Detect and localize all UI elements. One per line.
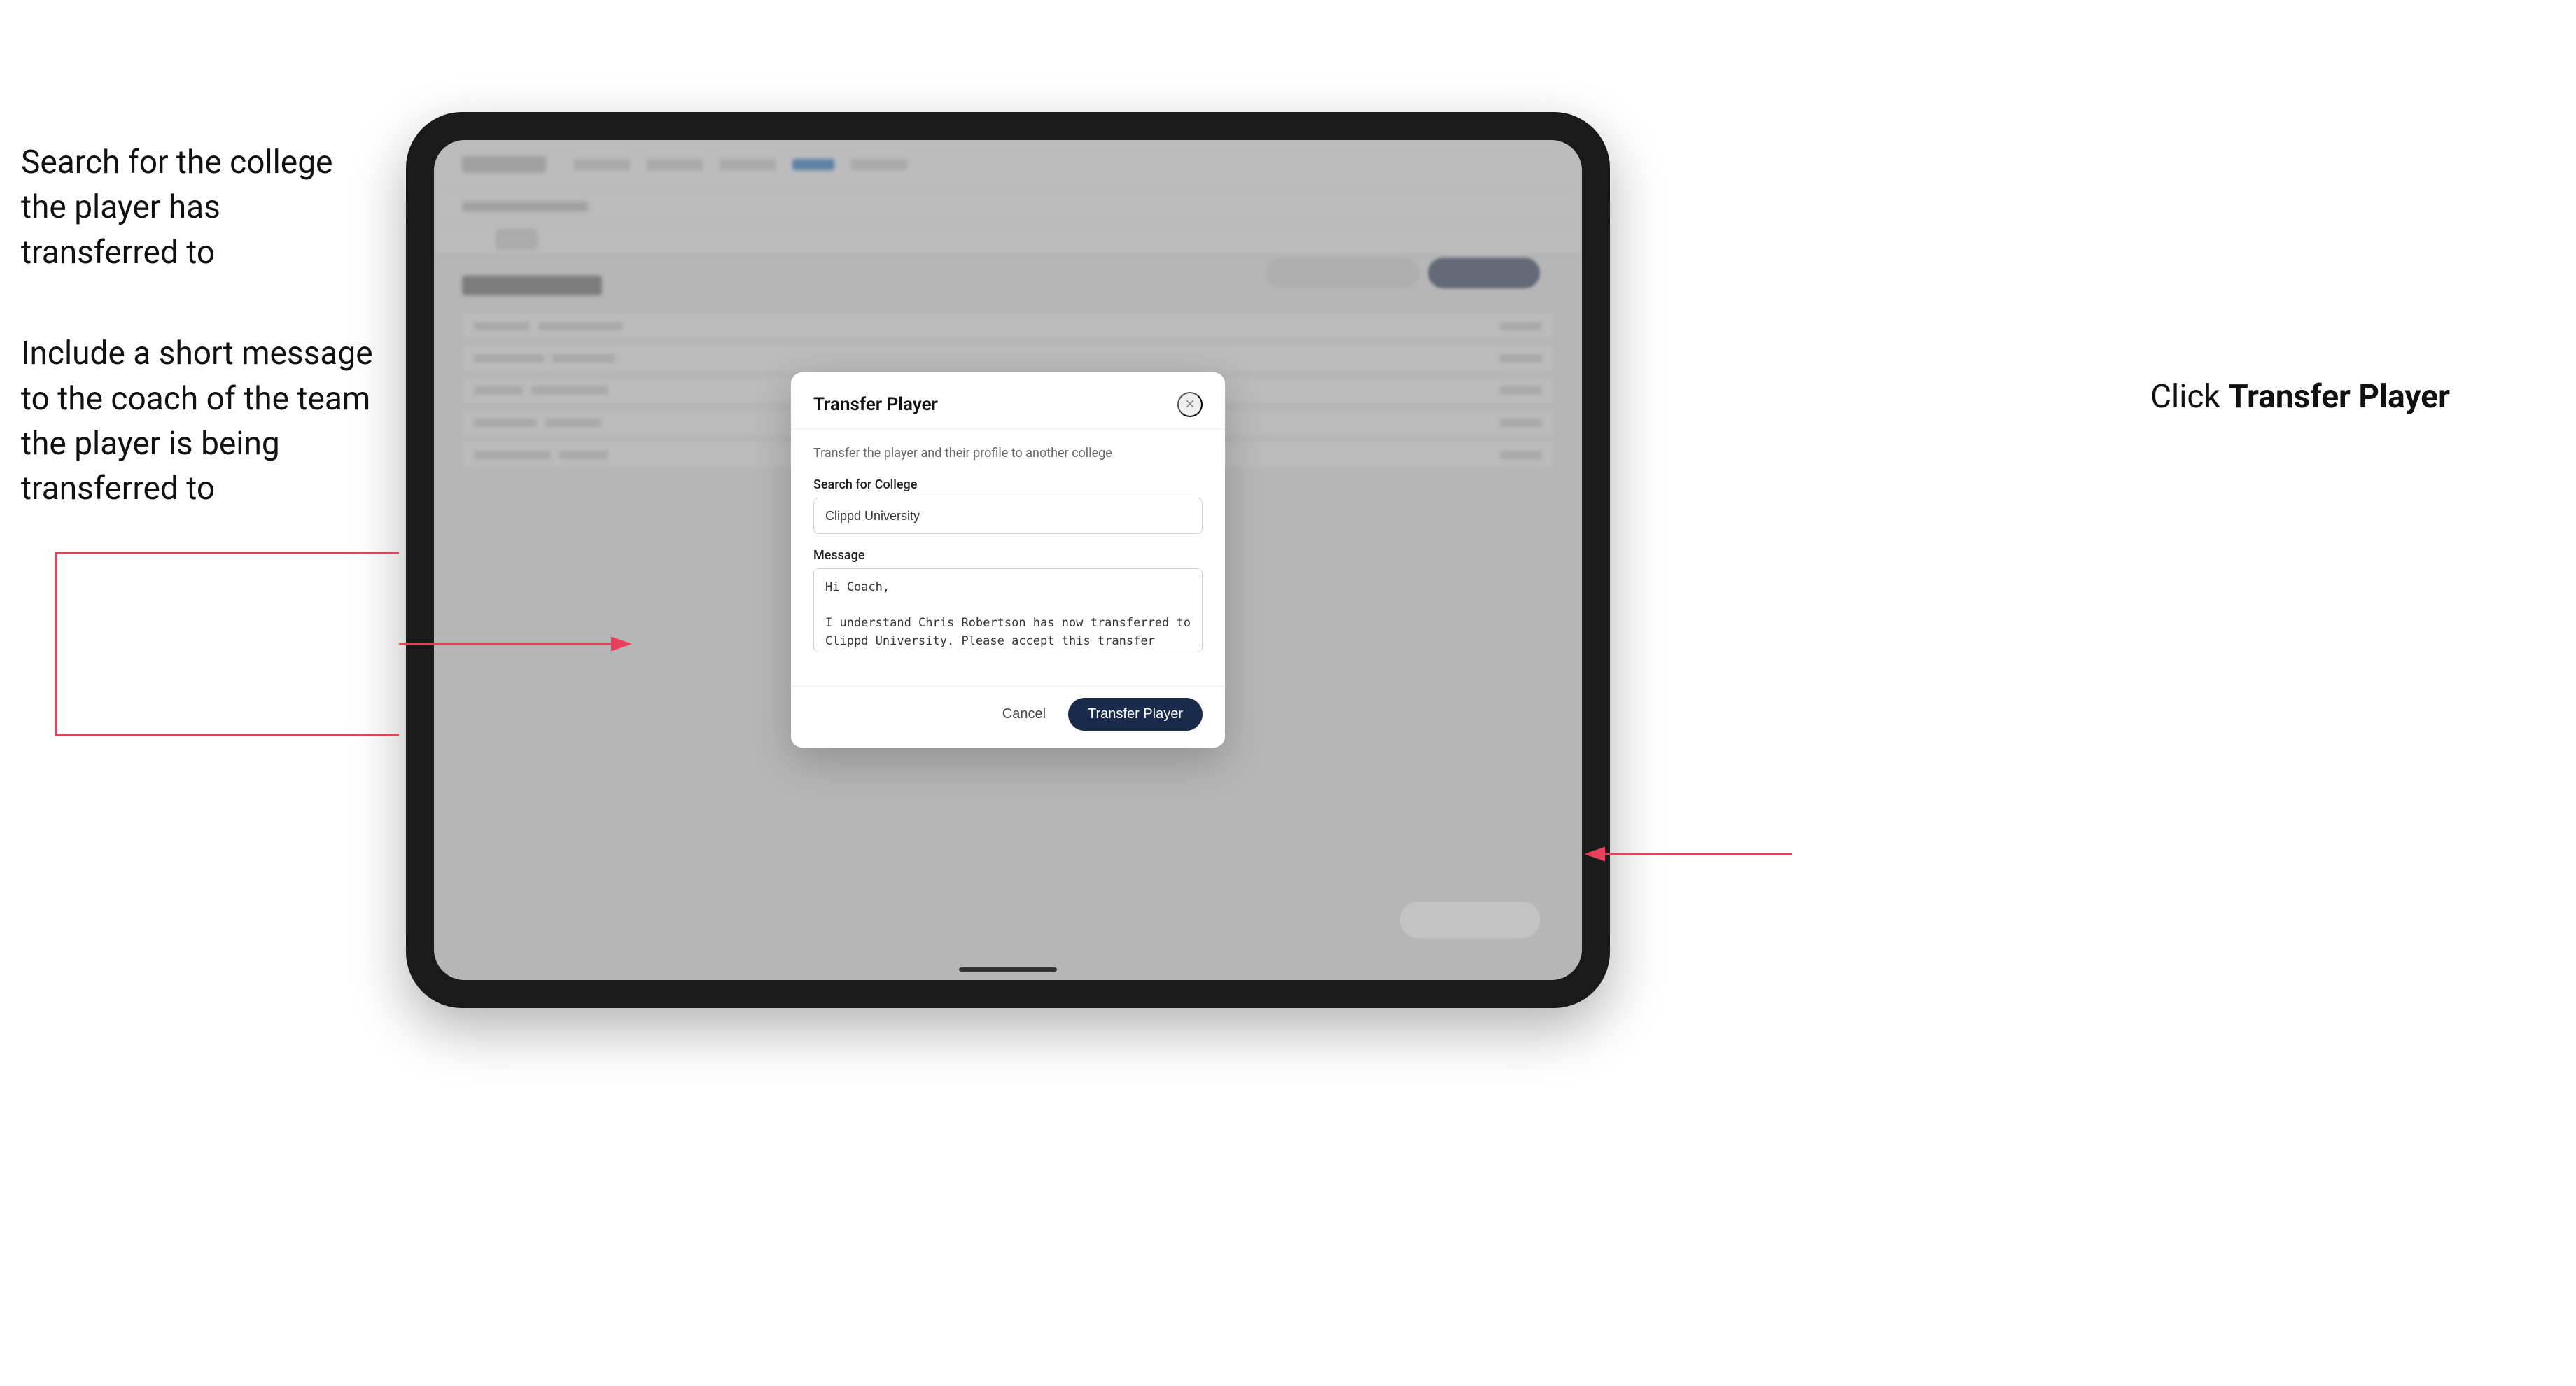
modal-overlay: Transfer Player × Transfer the player an… bbox=[434, 140, 1582, 980]
search-college-group: Search for College bbox=[813, 477, 1203, 534]
cancel-button[interactable]: Cancel bbox=[991, 701, 1057, 728]
message-label: Message bbox=[813, 548, 1203, 563]
modal-footer: Cancel Transfer Player bbox=[791, 686, 1225, 748]
transfer-player-modal: Transfer Player × Transfer the player an… bbox=[791, 372, 1225, 748]
search-college-input[interactable] bbox=[813, 498, 1203, 534]
annotation-message: Include a short messageto the coach of t… bbox=[21, 331, 385, 512]
modal-title: Transfer Player bbox=[813, 394, 938, 415]
search-college-label: Search for College bbox=[813, 477, 1203, 492]
home-indicator bbox=[959, 967, 1057, 972]
annotation-search: Search for the college the player has tr… bbox=[21, 140, 385, 275]
bottom-button-mock bbox=[1400, 902, 1540, 938]
modal-close-button[interactable]: × bbox=[1177, 392, 1203, 417]
modal-body: Transfer the player and their profile to… bbox=[791, 429, 1225, 686]
modal-description: Transfer the player and their profile to… bbox=[813, 446, 1203, 461]
annotation-right: Click Transfer Player bbox=[2150, 378, 2450, 416]
message-textarea[interactable]: Hi Coach, I understand Chris Robertson h… bbox=[813, 568, 1203, 652]
transfer-player-button[interactable]: Transfer Player bbox=[1068, 698, 1203, 731]
ipad-screen: Transfer Player × Transfer the player an… bbox=[434, 140, 1582, 980]
message-group: Message Hi Coach, I understand Chris Rob… bbox=[813, 548, 1203, 655]
ipad-frame: Transfer Player × Transfer the player an… bbox=[406, 112, 1610, 1008]
modal-header: Transfer Player × bbox=[791, 372, 1225, 429]
